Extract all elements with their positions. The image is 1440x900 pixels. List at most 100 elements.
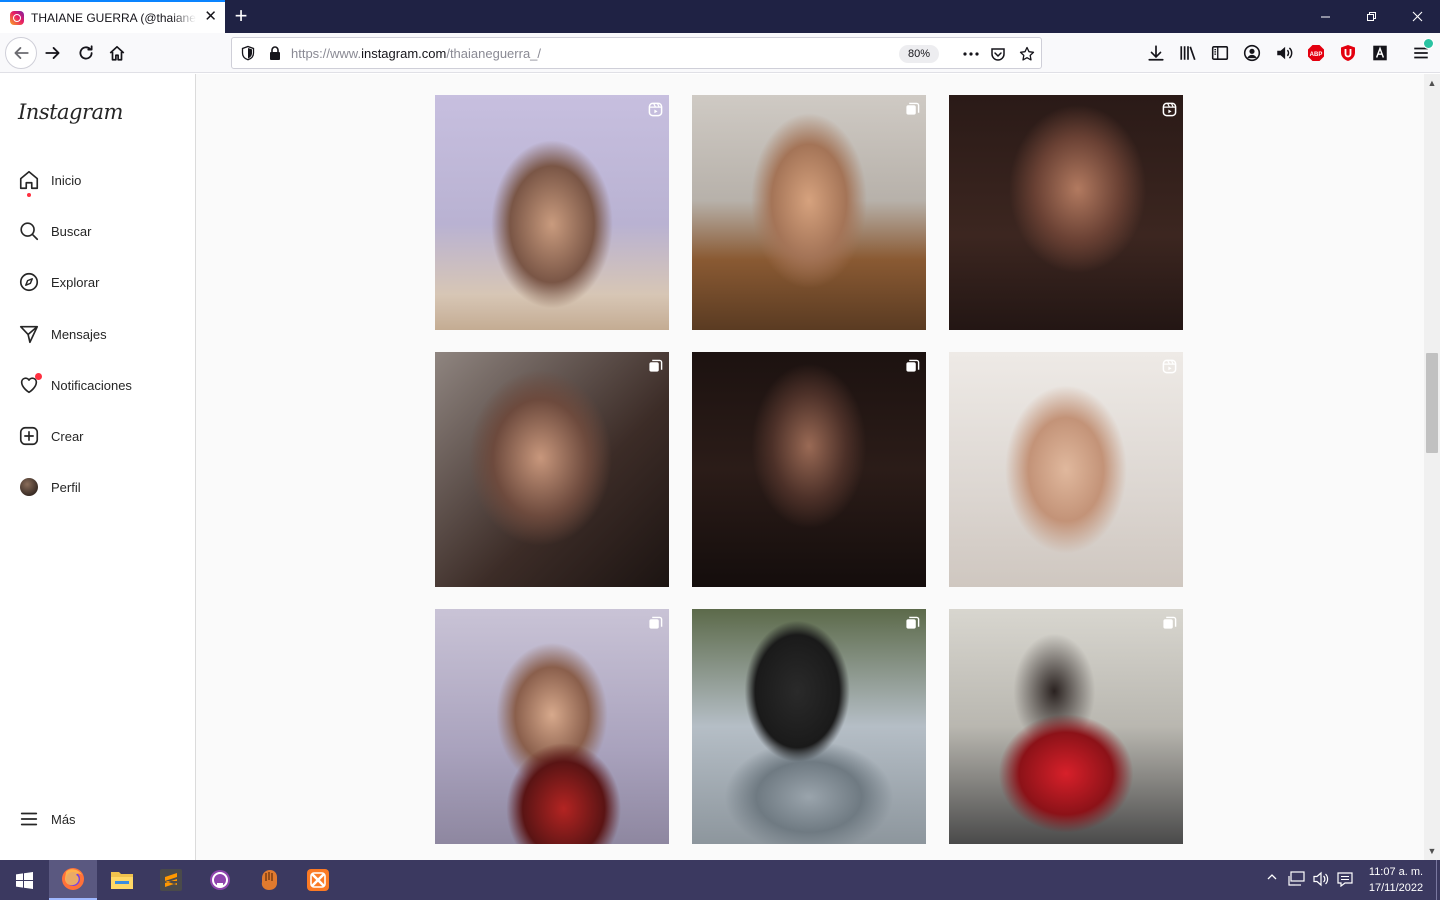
sidebar-toggle-button[interactable] bbox=[1208, 41, 1232, 65]
show-hidden-icons-chevron-icon[interactable] bbox=[1266, 871, 1278, 886]
windows-logo-icon bbox=[15, 871, 33, 889]
adblock-plus-icon: ABP bbox=[1308, 45, 1324, 61]
reel-icon bbox=[648, 102, 663, 117]
instagram-favicon-icon bbox=[10, 10, 24, 25]
baseball-glove-icon bbox=[261, 870, 277, 890]
sidebar-item-buscar[interactable]: Buscar bbox=[12, 209, 184, 253]
post-thumbnail[interactable] bbox=[949, 352, 1183, 587]
post-thumbnail[interactable] bbox=[692, 352, 926, 587]
windows-taskbar: 11:07 a. m. 17/11/2022 bbox=[0, 860, 1440, 900]
close-window-button[interactable] bbox=[1394, 0, 1440, 33]
carousel-icon bbox=[648, 359, 663, 374]
pocket-icon[interactable] bbox=[988, 44, 1008, 64]
sidebar-icon bbox=[1211, 46, 1229, 60]
browser-toolbar: https://www.instagram.com/thaianeguerra_… bbox=[0, 33, 1440, 73]
library-button[interactable] bbox=[1176, 41, 1200, 65]
sublime-text-icon bbox=[160, 869, 182, 891]
start-button[interactable] bbox=[0, 860, 48, 900]
lock-icon[interactable] bbox=[268, 45, 282, 66]
bookmark-star-icon[interactable] bbox=[1017, 44, 1037, 64]
carousel-icon bbox=[648, 616, 663, 631]
downloads-button[interactable] bbox=[1144, 41, 1168, 65]
tab-title: THAIANE GUERRA (@thaianeguerra_) • Insta… bbox=[31, 10, 196, 25]
scrollbar-thumb[interactable] bbox=[1426, 353, 1438, 453]
zoom-level-badge[interactable]: 80% bbox=[899, 45, 939, 63]
update-available-badge bbox=[1423, 38, 1434, 49]
new-activity-dot bbox=[27, 193, 31, 197]
sidebar-item-perfil[interactable]: Perfil bbox=[12, 465, 184, 509]
taskbar-app-glove[interactable] bbox=[245, 860, 293, 900]
speaker-icon bbox=[1277, 46, 1293, 60]
home-icon bbox=[18, 169, 40, 197]
instagram-logo[interactable]: Instagram bbox=[18, 100, 123, 124]
search-icon bbox=[18, 220, 40, 242]
post-thumbnail[interactable] bbox=[949, 609, 1183, 844]
hamburger-menu-icon bbox=[18, 808, 40, 830]
close-icon bbox=[1412, 11, 1422, 22]
account-button[interactable] bbox=[1240, 41, 1264, 65]
forward-button[interactable] bbox=[41, 41, 65, 65]
folder-icon bbox=[111, 872, 133, 889]
taskbar-firefox[interactable] bbox=[49, 860, 97, 900]
taskbar-xampp[interactable] bbox=[294, 860, 342, 900]
arrow-left-icon bbox=[14, 47, 29, 59]
library-icon bbox=[1180, 46, 1196, 61]
post-thumbnail[interactable] bbox=[435, 95, 669, 330]
ublock-extension-button[interactable] bbox=[1336, 41, 1360, 65]
browser-tab-instagram[interactable]: THAIANE GUERRA (@thaianeguerra_) • Insta… bbox=[0, 0, 225, 33]
sidebar-item-label: Mensajes bbox=[51, 326, 107, 342]
taskbar-github-desktop[interactable] bbox=[196, 860, 244, 900]
reload-icon bbox=[79, 45, 93, 60]
page-scrollbar[interactable]: ▲ ▼ bbox=[1424, 74, 1440, 860]
compass-icon bbox=[18, 271, 40, 293]
tab-audio-button[interactable] bbox=[1272, 41, 1296, 65]
back-button[interactable] bbox=[5, 37, 37, 69]
sidebar-item-inicio[interactable]: Inicio bbox=[12, 158, 184, 202]
sidebar-item-crear[interactable]: Crear bbox=[12, 414, 184, 458]
action-center-icon[interactable] bbox=[1336, 871, 1354, 890]
network-icon[interactable] bbox=[1288, 871, 1306, 890]
reload-button[interactable] bbox=[74, 41, 98, 65]
sidebar-item-label: Notificaciones bbox=[51, 377, 132, 393]
show-desktop-button[interactable] bbox=[1436, 860, 1437, 900]
url-text[interactable]: https://www.instagram.com/thaianeguerra_… bbox=[291, 46, 541, 61]
extension-button[interactable] bbox=[1368, 41, 1392, 65]
minimize-window-button[interactable] bbox=[1302, 0, 1348, 33]
post-thumbnail[interactable] bbox=[692, 609, 926, 844]
browser-tab-bar: THAIANE GUERRA (@thaianeguerra_) • Insta… bbox=[0, 0, 1440, 33]
sidebar-item-mas[interactable]: Más bbox=[12, 797, 184, 841]
home-button[interactable] bbox=[105, 41, 129, 65]
heart-icon bbox=[18, 373, 42, 396]
svg-text:ABP: ABP bbox=[1310, 52, 1323, 58]
post-thumbnail[interactable] bbox=[435, 352, 669, 587]
app-menu-button[interactable] bbox=[1409, 38, 1434, 65]
ublock-origin-icon bbox=[1341, 45, 1355, 61]
adblock-plus-extension-button[interactable]: ABP bbox=[1304, 41, 1328, 65]
post-thumbnail[interactable] bbox=[949, 95, 1183, 330]
tab-close-icon[interactable]: ✕ bbox=[204, 9, 217, 25]
messenger-icon bbox=[18, 323, 40, 345]
post-thumbnail[interactable] bbox=[435, 609, 669, 844]
page-actions-menu-icon[interactable] bbox=[961, 44, 981, 64]
scroll-up-arrow-icon[interactable]: ▲ bbox=[1427, 78, 1437, 88]
scroll-down-arrow-icon[interactable]: ▼ bbox=[1427, 846, 1437, 856]
sidebar-item-explorar[interactable]: Explorar bbox=[12, 260, 184, 304]
arrow-right-icon bbox=[45, 47, 60, 59]
sidebar-item-mensajes[interactable]: Mensajes bbox=[12, 312, 184, 356]
restore-window-button[interactable] bbox=[1348, 0, 1394, 33]
page-viewport: Instagram Inicio Buscar Explorar Mensaje… bbox=[0, 74, 1424, 860]
address-bar[interactable]: https://www.instagram.com/thaianeguerra_… bbox=[231, 37, 1042, 69]
clock-time: 11:07 a. m. bbox=[1368, 866, 1424, 878]
sidebar-item-notificaciones[interactable]: Notificaciones bbox=[12, 363, 184, 407]
github-icon bbox=[210, 870, 230, 890]
post-thumbnail[interactable] bbox=[692, 95, 926, 330]
volume-icon[interactable] bbox=[1312, 871, 1330, 890]
carousel-icon bbox=[905, 359, 920, 374]
taskbar-file-explorer[interactable] bbox=[98, 860, 146, 900]
tracking-protection-shield-icon[interactable] bbox=[240, 45, 256, 66]
notification-dot bbox=[35, 373, 42, 380]
taskbar-sublime-text[interactable] bbox=[147, 860, 195, 900]
carousel-icon bbox=[905, 616, 920, 631]
new-tab-button[interactable]: + bbox=[231, 4, 251, 28]
taskbar-clock[interactable]: 11:07 a. m. 17/11/2022 bbox=[1360, 864, 1432, 896]
